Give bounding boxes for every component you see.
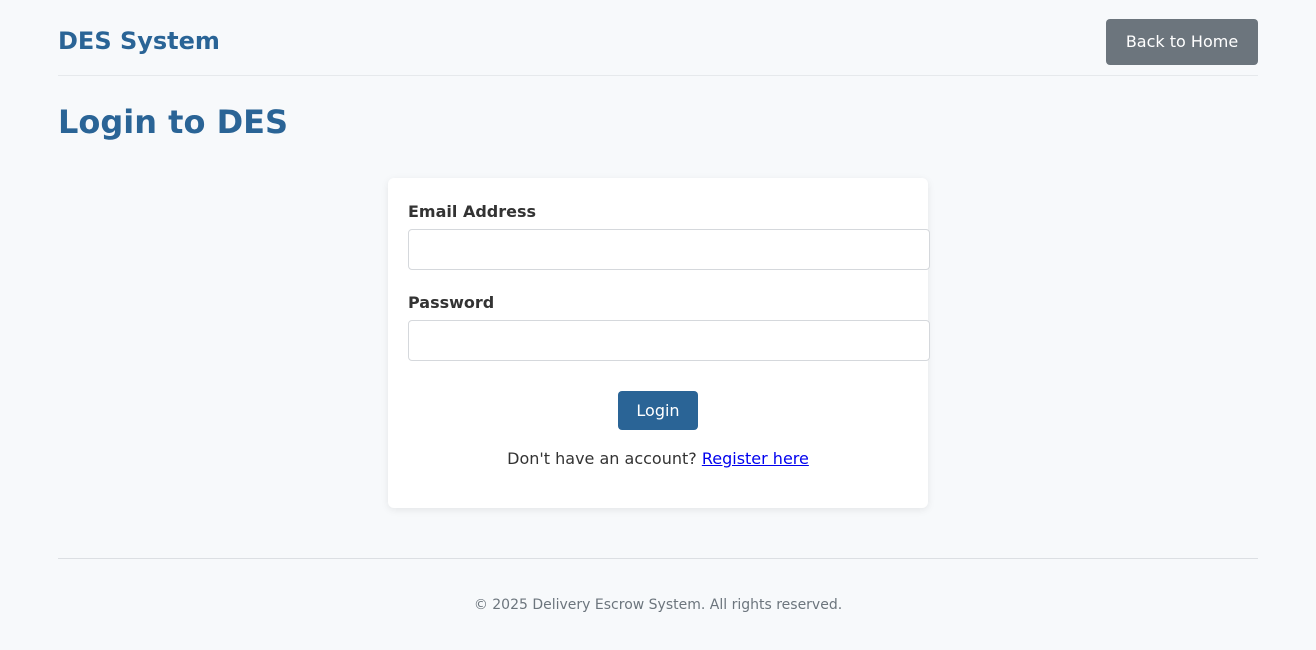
- register-prompt-text: Don't have an account?: [507, 449, 697, 468]
- email-label: Email Address: [408, 202, 537, 221]
- login-card: Email Address Password Login Don't have …: [388, 178, 930, 508]
- register-link[interactable]: Register here: [702, 449, 809, 468]
- page-title: Login to DES: [58, 103, 289, 141]
- password-field[interactable]: [408, 320, 930, 361]
- header: DES System Back to Home: [58, 19, 1258, 76]
- register-prompt: Don't have an account? Register here: [388, 449, 928, 469]
- password-label: Password: [408, 293, 495, 312]
- back-to-home-button[interactable]: Back to Home: [1106, 19, 1258, 65]
- email-field[interactable]: [408, 229, 930, 270]
- footer-copyright: © 2025 Delivery Escrow System. All right…: [473, 597, 843, 613]
- login-button[interactable]: Login: [618, 391, 698, 430]
- brand-title[interactable]: DES System: [58, 26, 220, 56]
- footer-divider: [58, 558, 1258, 559]
